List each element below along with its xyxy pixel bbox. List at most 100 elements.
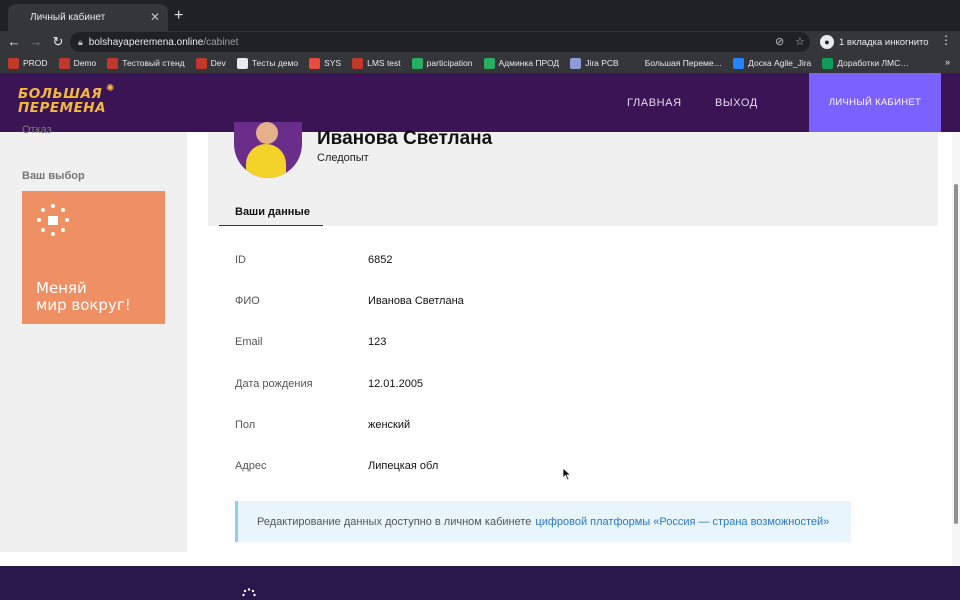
page-scrollbar[interactable] (952, 132, 960, 566)
user-name: Иванова Светлана (317, 128, 493, 149)
user-role: Следопыт (317, 152, 369, 164)
lock-icon: 🔒︎ (78, 36, 83, 47)
site-footer (0, 566, 960, 600)
bookmark-favicon-icon (352, 57, 364, 69)
bookmark-item[interactable]: Большая Переме… (629, 57, 723, 69)
field-label-fio: ФИО (235, 295, 260, 307)
field-value-gender: женский (368, 419, 411, 431)
promo-emblem-icon (37, 204, 69, 236)
bookmark-item[interactable]: participation (411, 57, 473, 69)
bookmark-item[interactable]: Доработки ЛМС… (822, 57, 909, 69)
field-label-birthdate: Дата рождения (235, 378, 313, 390)
bookmark-favicon-icon (309, 57, 321, 69)
mouse-cursor-icon (562, 467, 572, 481)
browser-tab-bar: Личный кабинет ✕ + (0, 0, 960, 31)
browser-address-bar: ← → ↻ 🔒︎ bolshayaperemena.online /cabine… (0, 31, 960, 53)
site-logo[interactable]: БОЛЬШАЯ ПЕРЕМЕНА ✺ (18, 83, 118, 121)
bookmark-label: Доска Agile_Jira (748, 58, 812, 68)
bookmark-favicon-icon (107, 57, 119, 69)
bookmark-item[interactable]: Тесты демо (236, 57, 299, 69)
bookmark-label: participation (426, 58, 473, 68)
bookmark-item[interactable]: Jira PCB (570, 57, 619, 69)
bookmarks-more-icon[interactable]: » (945, 57, 950, 67)
incognito-label: 1 вкладка инкогнито (839, 36, 929, 48)
field-label-id: ID (235, 254, 246, 266)
edit-notice: Редактирование данных доступно в личном … (235, 501, 851, 542)
avatar (234, 122, 302, 178)
promo-text-line-2: мир вокруг! (36, 296, 131, 314)
back-icon[interactable]: ← (6, 33, 22, 51)
bookmark-favicon-icon (483, 57, 495, 69)
bookmark-item[interactable]: Админка ПРОД (483, 57, 560, 69)
bookmark-item[interactable]: SYS (309, 57, 342, 69)
close-tab-icon[interactable]: ✕ (150, 10, 160, 24)
personal-cabinet-button[interactable]: ЛИЧНЫЙ КАБИНЕТ (809, 73, 941, 132)
notice-text: Редактирование данных доступно в личном … (257, 515, 532, 528)
forward-icon[interactable]: → (28, 33, 44, 51)
scroll-thumb[interactable] (954, 184, 958, 524)
bookmark-favicon-icon (629, 57, 641, 69)
url-input[interactable]: 🔒︎ bolshayaperemena.online /cabinet ⊘ ☆ (70, 32, 810, 52)
url-path: /cabinet (203, 36, 239, 48)
profile-card: Иванова Светлана Следопыт Ваши данные (208, 122, 938, 226)
nav-logout-link[interactable]: ВЫХОД (715, 97, 758, 109)
incognito-indicator[interactable]: ● 1 вкладка инкогнито (820, 33, 929, 51)
promo-banner[interactable]: Меняй мир вокруг! (22, 191, 165, 324)
platform-link[interactable]: цифровой платформы «Россия — страна возм… (535, 516, 829, 528)
eye-off-icon[interactable]: ⊘ (775, 35, 784, 48)
tab-title: Личный кабинет (30, 12, 106, 23)
bookmarks-bar: PROD Demo Тестовый стенд Dev Тесты демо SYS LM… (0, 53, 960, 73)
field-label-email: Email (235, 336, 263, 348)
browser-tab[interactable]: Личный кабинет ✕ (8, 4, 168, 31)
bookmark-item[interactable]: Доска Agile_Jira (733, 57, 812, 69)
bookmark-favicon-icon (411, 57, 423, 69)
sidebar: Отказ Ваш выбор Меняй мир вокруг! (0, 124, 187, 552)
bookmark-label: Dev (210, 58, 226, 68)
bookmark-label: PROD (23, 58, 48, 68)
bookmark-item[interactable]: Dev (195, 57, 226, 69)
site-header: БОЛЬШАЯ ПЕРЕМЕНА ✺ ГЛАВНАЯ ВЫХОД ЛИЧНЫЙ … (0, 73, 960, 132)
field-value-address: Липецкая обл (368, 460, 439, 472)
bookmark-label: SYS (324, 58, 342, 68)
reload-icon[interactable]: ↻ (50, 33, 66, 51)
bookmark-favicon-icon (58, 57, 70, 69)
new-tab-icon[interactable]: + (174, 8, 183, 24)
field-label-gender: Пол (235, 419, 256, 431)
bookmark-favicon-icon (570, 57, 582, 69)
field-label-address: Адрес (235, 460, 267, 472)
url-host: bolshayaperemena.online (88, 36, 204, 48)
bookmark-item[interactable]: Тестовый стенд (107, 57, 185, 69)
promo-text-line-1: Меняй (36, 279, 87, 297)
promo-text: Меняй мир вокруг! (36, 280, 131, 314)
bookmark-label: Jira PCB (585, 58, 619, 68)
bookmark-favicon-icon (195, 57, 207, 69)
menu-dots-icon[interactable]: ⋮ (940, 33, 952, 47)
field-value-email: 123 (368, 336, 387, 348)
logo-spark-icon: ✺ (106, 83, 115, 94)
nav-home-link[interactable]: ГЛАВНАЯ (627, 97, 682, 109)
logo-line-2: ПЕРЕМЕНА (18, 100, 107, 116)
choice-title: Ваш выбор (22, 170, 85, 182)
bookmark-favicon-icon (8, 57, 19, 69)
bookmark-favicon-icon (822, 57, 834, 69)
bookmark-label: Demo (73, 58, 97, 68)
bookmark-item[interactable]: PROD (8, 57, 48, 69)
field-value-id: 6852 (368, 254, 393, 266)
sidebar-cut-text: Отказ (22, 124, 52, 136)
logo-line-1: БОЛЬШАЯ (18, 86, 103, 102)
bookmark-label: Тесты демо (251, 58, 299, 68)
bookmark-favicon-icon (236, 57, 248, 69)
tab-your-data[interactable]: Ваши данные (219, 202, 323, 226)
bookmark-label: Админка ПРОД (498, 58, 560, 68)
bookmark-favicon-icon (733, 57, 745, 69)
bookmark-item[interactable]: LMS test (352, 57, 401, 69)
footer-logo-spark-icon (242, 588, 256, 597)
bookmark-label: Большая Переме… (644, 58, 723, 68)
incognito-icon: ● (820, 35, 834, 49)
bookmark-label: Доработки ЛМС… (837, 58, 909, 68)
field-value-birthdate: 12.01.2005 (368, 378, 424, 390)
bookmark-label: LMS test (367, 58, 401, 68)
bookmark-star-icon[interactable]: ☆ (795, 35, 805, 48)
bookmark-item[interactable]: Demo (58, 57, 97, 69)
field-value-fio: Иванова Светлана (368, 295, 464, 307)
